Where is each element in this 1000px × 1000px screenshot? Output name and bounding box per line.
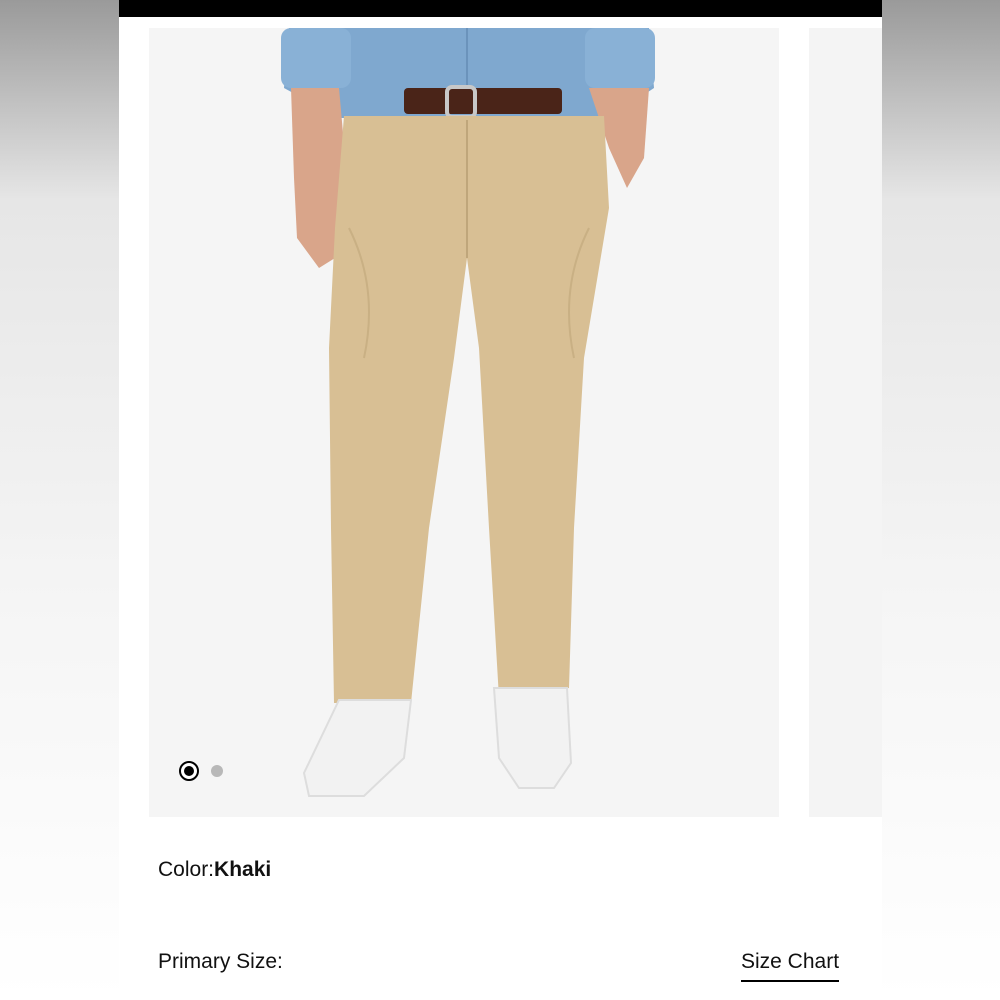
product-image	[149, 28, 779, 817]
image-carousel[interactable]	[149, 28, 779, 817]
carousel-dot-active[interactable]	[179, 761, 199, 781]
color-selector: Color:Khaki	[158, 858, 271, 882]
color-label: Color:	[158, 858, 215, 881]
product-page: Color:Khaki Primary Size: Size Chart	[119, 0, 882, 1000]
next-slide-peek[interactable]	[809, 28, 882, 817]
carousel-dot[interactable]	[211, 765, 223, 777]
status-bar	[119, 0, 882, 17]
background-left	[0, 0, 119, 1000]
color-value: Khaki	[214, 858, 272, 881]
size-chart-link[interactable]: Size Chart	[741, 950, 840, 982]
carousel-dots	[179, 761, 223, 781]
background-right	[882, 0, 1000, 1000]
primary-size-label: Primary Size:	[158, 950, 283, 973]
